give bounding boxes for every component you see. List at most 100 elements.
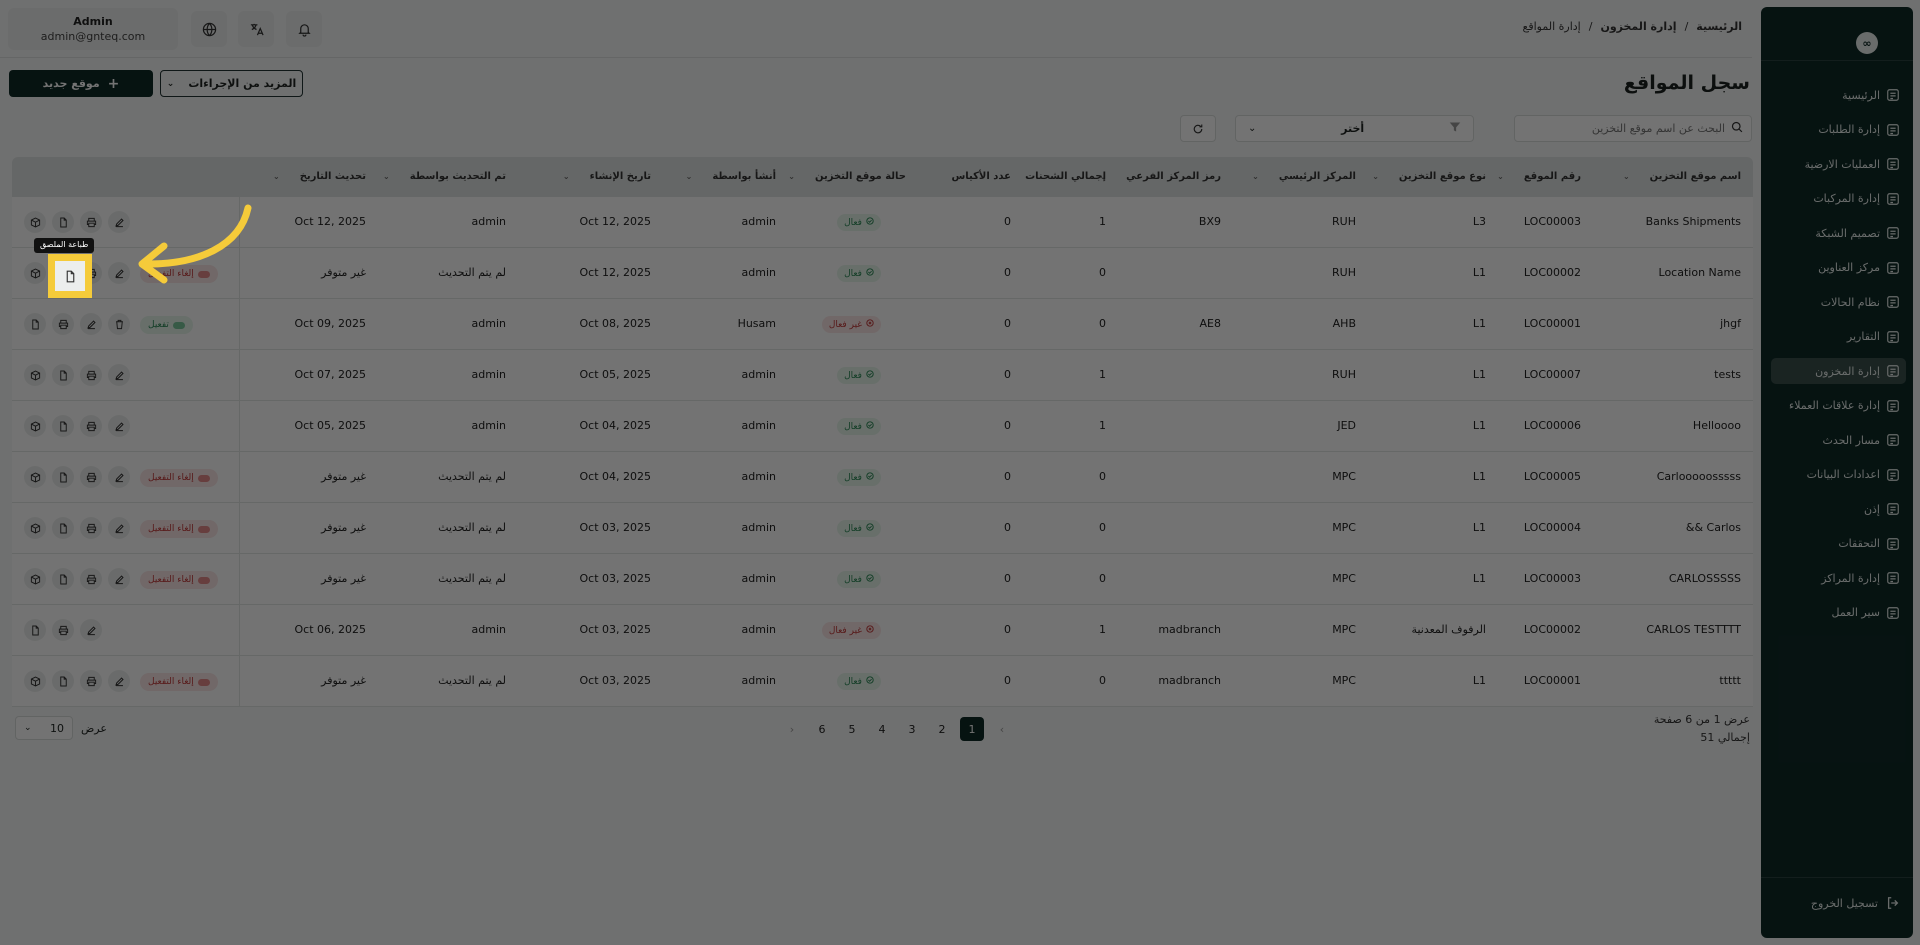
column-header[interactable]: أنشأ بواسطة ⌄ xyxy=(686,171,776,182)
sidebar-item[interactable]: إدارة المركبات xyxy=(1771,186,1906,212)
breadcrumb-inventory[interactable]: إدارة المخزون xyxy=(1600,20,1676,33)
package-icon-button[interactable] xyxy=(24,262,46,284)
package-icon-button[interactable] xyxy=(24,211,46,233)
table-row[interactable]: Carlooooosssss LOC00005 L1 MPC 0 0 فعال admin Oc… xyxy=(12,452,1753,503)
package-icon-button[interactable] xyxy=(24,517,46,539)
sidebar-item[interactable]: التقارير xyxy=(1771,324,1906,350)
globe-icon-button[interactable] xyxy=(191,11,227,47)
deactivate-toggle[interactable]: إلغاء التفعيل xyxy=(140,520,218,538)
sidebar-item[interactable]: إدارة المراكز xyxy=(1771,565,1906,591)
page-button[interactable]: 5 xyxy=(840,717,864,741)
label-icon-button[interactable] xyxy=(52,415,74,437)
label-icon-button[interactable] xyxy=(52,364,74,386)
sidebar-item[interactable]: سير العمل xyxy=(1771,600,1906,626)
label-icon-button[interactable] xyxy=(52,211,74,233)
sidebar-item[interactable]: نظام الحالات xyxy=(1771,289,1906,315)
print-icon-button[interactable] xyxy=(80,211,102,233)
table-row[interactable]: Location Name LOC00002 L1 RUH 0 0 فعال admin Oct… xyxy=(12,248,1753,299)
page-button[interactable]: 1 xyxy=(960,717,984,741)
table-row[interactable]: ttttt LOC00001 L1 MPC madbranch 0 0 فعال admin Oc… xyxy=(12,656,1753,707)
label-icon-button[interactable] xyxy=(24,619,46,641)
label-icon-button[interactable] xyxy=(52,568,74,590)
deactivate-toggle[interactable]: إلغاء التفعيل xyxy=(140,469,218,487)
print-icon-button[interactable] xyxy=(80,670,102,692)
per-page-select[interactable]: ⌄ 10 xyxy=(15,716,73,740)
column-header[interactable]: حالة موقع التخزين ⌄ xyxy=(788,171,906,182)
package-icon-button[interactable] xyxy=(24,364,46,386)
highlighted-print-label-button[interactable] xyxy=(48,254,92,298)
deactivate-toggle[interactable]: إلغاء التفعيل xyxy=(140,571,218,589)
print-icon-button[interactable] xyxy=(52,619,74,641)
deactivate-toggle[interactable]: إلغاء التفعيل xyxy=(140,673,218,691)
sidebar-item[interactable]: إدارة علاقات العملاء xyxy=(1771,393,1906,419)
sidebar-item[interactable]: مسار الحدث xyxy=(1771,427,1906,453)
page-button[interactable]: 3 xyxy=(900,717,924,741)
edit-icon-button[interactable] xyxy=(108,415,130,437)
more-actions-button[interactable]: ⌄ المزيد من الإجراءات xyxy=(160,70,303,97)
table-row[interactable]: Banks Shipments LOC00003 L3 RUH BX9 1 0 فعال adm… xyxy=(12,197,1753,248)
edit-icon-button[interactable] xyxy=(108,670,130,692)
sidebar-item[interactable]: إذن xyxy=(1771,496,1906,522)
column-header[interactable]: اسم موقع التخزين ⌄ xyxy=(1623,171,1741,182)
print-icon-button[interactable] xyxy=(80,568,102,590)
print-icon-button[interactable] xyxy=(80,466,102,488)
label-icon-button[interactable] xyxy=(52,466,74,488)
column-header[interactable]: نوع موقع التخزين ⌄ xyxy=(1372,171,1486,182)
refresh-button[interactable] xyxy=(1180,115,1216,142)
edit-icon-button[interactable] xyxy=(80,619,102,641)
page-button[interactable]: 2 xyxy=(930,717,954,741)
print-icon-button[interactable] xyxy=(52,313,74,335)
search-input[interactable] xyxy=(1525,122,1725,135)
new-location-button[interactable]: موقع جديد + xyxy=(9,70,153,97)
table-row[interactable]: CARLOS TESTTTT LOC00002 الرفوف المعدنية MPC… xyxy=(12,605,1753,656)
sidebar-item[interactable]: تصميم الشبكة xyxy=(1771,220,1906,246)
edit-icon-button[interactable] xyxy=(108,466,130,488)
label-icon-button[interactable] xyxy=(52,517,74,539)
column-header[interactable]: رقم الموقع ⌄ xyxy=(1497,171,1581,182)
translate-icon-button[interactable] xyxy=(238,11,274,47)
logout-button[interactable]: تسجيل الخروج xyxy=(1771,890,1906,916)
table-row[interactable]: tests LOC00007 L1 RUH 1 0 فعال admin Oct 05, 202… xyxy=(12,350,1753,401)
trash-icon-button[interactable] xyxy=(108,313,130,335)
prev-page-icon[interactable]: ‹ xyxy=(990,717,1014,741)
column-header[interactable]: رمز المركز الفرعي ⌄ xyxy=(1099,171,1221,182)
edit-icon-button[interactable] xyxy=(108,262,130,284)
page-button[interactable]: 6 xyxy=(810,717,834,741)
print-icon-button[interactable] xyxy=(80,415,102,437)
table-row[interactable]: CARLOSSSSS LOC00003 L1 MPC 0 0 فعال admin Oct 03… xyxy=(12,554,1753,605)
sidebar-item[interactable]: إدارة المخزون xyxy=(1771,358,1906,384)
package-icon-button[interactable] xyxy=(24,466,46,488)
activate-toggle[interactable]: تفعيل xyxy=(140,316,193,334)
label-icon-button[interactable] xyxy=(24,313,46,335)
package-icon-button[interactable] xyxy=(24,415,46,437)
sidebar-item[interactable]: اعدادات البيانات xyxy=(1771,462,1906,488)
package-icon-button[interactable] xyxy=(24,670,46,692)
filter-select[interactable]: ⌄ أختر xyxy=(1235,115,1474,142)
breadcrumb-home[interactable]: الرئيسية xyxy=(1696,20,1742,33)
package-icon-button[interactable] xyxy=(24,568,46,590)
edit-icon-button[interactable] xyxy=(108,517,130,539)
sidebar-item[interactable]: الرئيسية xyxy=(1771,82,1906,108)
search-box[interactable] xyxy=(1514,115,1752,142)
next-page-icon[interactable]: › xyxy=(780,717,804,741)
column-header[interactable]: المركز الرئيسي ⌄ xyxy=(1252,171,1356,182)
sidebar-item[interactable]: العمليات الارضية xyxy=(1771,151,1906,177)
bell-icon-button[interactable] xyxy=(286,11,322,47)
sidebar-item[interactable]: مركز العناوين xyxy=(1771,255,1906,281)
sidebar-item[interactable]: التحققات xyxy=(1771,531,1906,557)
column-header[interactable]: تم التحديث بواسطة ⌄ xyxy=(383,171,506,182)
column-header[interactable]: إجمالي الشحنات xyxy=(1025,171,1106,182)
table-row[interactable]: Helloooo LOC00006 L1 JED 1 0 فعال admin Oct 04, … xyxy=(12,401,1753,452)
edit-icon-button[interactable] xyxy=(108,568,130,590)
edit-icon-button[interactable] xyxy=(108,211,130,233)
page-button[interactable]: 4 xyxy=(870,717,894,741)
user-card[interactable]: Admin admin@gnteq.com xyxy=(8,8,178,50)
table-row[interactable]: jhgf LOC00001 L1 AHB AE8 0 0 غير فعال Husam Oct 0… xyxy=(12,299,1753,350)
print-icon-button[interactable] xyxy=(80,364,102,386)
column-header[interactable]: تاريخ الإنشاء ⌄ xyxy=(563,171,651,182)
label-icon-button[interactable] xyxy=(52,670,74,692)
print-icon-button[interactable] xyxy=(80,517,102,539)
column-header[interactable]: عدد الأكياس xyxy=(951,171,1011,182)
sidebar-item[interactable]: إدارة الطلبات xyxy=(1771,117,1906,143)
edit-icon-button[interactable] xyxy=(108,364,130,386)
